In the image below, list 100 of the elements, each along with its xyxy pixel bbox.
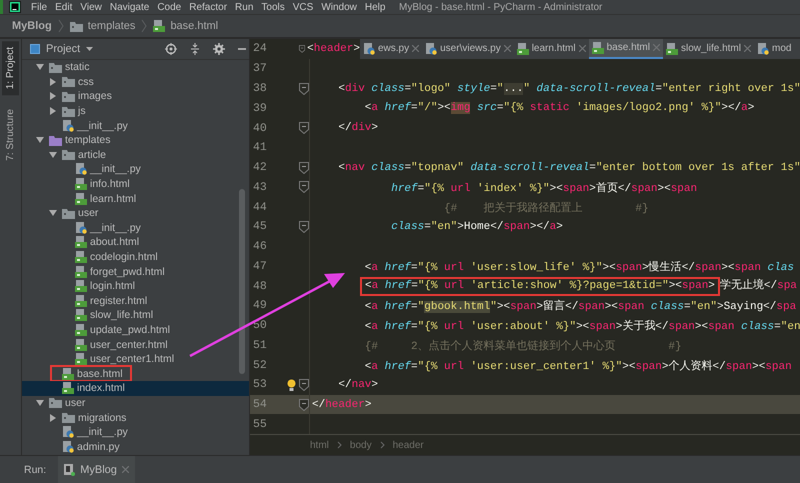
python-file-icon (75, 163, 87, 176)
tree-item[interactable]: js (22, 104, 249, 118)
editor-tab[interactable]: ews.py (360, 39, 422, 59)
breadcrumb-item[interactable]: html (310, 440, 329, 451)
menu-item[interactable]: Help (360, 2, 390, 12)
tree-item[interactable]: __init__.py (22, 220, 249, 236)
code-line: <div class="logo" style="..." data-scroll-reveal="enter right over 1s" (337, 82, 800, 94)
chevron-icon (336, 441, 342, 450)
folder-icon (62, 412, 75, 424)
tree-item[interactable]: admin.py (22, 439, 249, 454)
fold-icon (299, 162, 309, 174)
editor-tab[interactable]: slow_life.html (662, 39, 754, 59)
line-number: 46 (252, 240, 268, 253)
run-label: Run: (24, 464, 46, 476)
tree-item[interactable]: user_center1.html (22, 352, 249, 366)
menu-item[interactable]: Tools (257, 2, 289, 12)
menu-item[interactable]: Window (317, 2, 361, 12)
tool-window-tab[interactable]: 1: Project (2, 41, 19, 96)
breadcrumb-item[interactable]: header (392, 440, 424, 451)
tree-item[interactable]: forget_pwd.html (22, 264, 249, 279)
code-line: </nav> (337, 378, 378, 391)
menu-item[interactable]: View (76, 2, 106, 12)
tree-item[interactable]: update_pwd.html (22, 322, 249, 338)
line-number: 47 (252, 260, 268, 273)
line-number: 44 (252, 200, 268, 214)
tree-item[interactable]: css (22, 74, 249, 90)
tree-item[interactable]: __init__.py (22, 162, 249, 177)
folder-icon (62, 90, 75, 102)
breadcrumb-item[interactable]: base.html (170, 20, 218, 32)
tree-item[interactable]: info.html (22, 176, 249, 192)
folder-icon (49, 134, 62, 146)
tree-item[interactable]: article (22, 148, 249, 162)
python-file-icon (62, 120, 74, 132)
tree-item[interactable]: codelogin.html (22, 250, 249, 264)
line-number: 24 (252, 42, 268, 56)
tree-item[interactable]: login.html (22, 278, 249, 294)
tool-window-tab[interactable]: 7: Structure (2, 103, 19, 167)
line-number: 37 (252, 62, 268, 76)
menu-item[interactable]: VCS (288, 2, 318, 12)
html-file-icon (516, 42, 529, 55)
editor-tab[interactable]: learn.html (514, 39, 589, 59)
html-file-icon (75, 236, 87, 248)
chevron-icon (141, 19, 148, 33)
code-line: <a href="{% url 'user:user_center1' %}"><span>个人资料</span><span (364, 359, 792, 372)
line-number: 54 (252, 398, 268, 411)
breadcrumb-item[interactable]: MyBlog (12, 20, 52, 32)
folder-icon (62, 149, 75, 160)
menu-item[interactable]: Code (153, 2, 186, 12)
editor-tab[interactable]: user\views.py (422, 39, 514, 59)
menu-item[interactable]: Refactor (185, 2, 232, 12)
tree-item[interactable]: user (22, 206, 249, 221)
tree-item[interactable]: user (22, 396, 249, 410)
html-file-icon (75, 266, 87, 278)
breadcrumb-item[interactable]: body (350, 440, 372, 451)
html-file-icon (153, 20, 166, 32)
close-icon (412, 45, 420, 52)
run-tab[interactable]: MyBlog (58, 456, 135, 483)
tree-item[interactable]: register.html (22, 294, 249, 308)
view-dropdown[interactable]: Project (30, 43, 94, 55)
fold-icon (299, 42, 306, 55)
editor-tab[interactable]: base.html (588, 39, 663, 59)
html-file-icon (75, 178, 87, 190)
menu-item[interactable]: File (27, 2, 52, 12)
target-icon (165, 43, 177, 55)
tree-item[interactable]: templates (22, 132, 249, 148)
fold-icon (299, 378, 309, 391)
tree-item[interactable]: static (22, 60, 249, 75)
tree-item[interactable]: __init__.py (22, 424, 249, 440)
tree-item[interactable]: migrations (22, 410, 249, 425)
editor-tab[interactable]: mod (754, 39, 794, 59)
menu-item[interactable]: Navigate (106, 2, 154, 12)
tree-item[interactable]: user_center.html (22, 337, 249, 352)
code-line: <a href="/"><img src="{% static 'images/logo2.png' %}"></a> (364, 102, 754, 114)
window-icon (30, 44, 40, 54)
line-number: 53 (252, 378, 268, 392)
tree-item[interactable]: index.html (22, 381, 249, 396)
tree-item[interactable]: __init__.py (22, 118, 249, 133)
folder-icon (49, 62, 62, 73)
line-number: 43 (252, 180, 268, 194)
tree-item[interactable]: slow_life.html (22, 308, 249, 323)
folder-icon (49, 397, 62, 408)
menu-item[interactable]: Run (231, 2, 258, 12)
caret-icon (86, 47, 94, 51)
html-file-icon (75, 324, 87, 336)
close-icon (652, 44, 660, 52)
line-number: 52 (252, 358, 268, 372)
collapse-icon (189, 43, 201, 55)
line-number: 49 (252, 299, 268, 312)
tree-item[interactable]: learn.html (22, 191, 249, 206)
scrollbar-thumb[interactable] (239, 189, 245, 374)
html-file-icon (75, 353, 87, 366)
breadcrumb-item[interactable]: templates (88, 20, 136, 32)
tree-item[interactable]: about.html (22, 235, 249, 250)
tree-item[interactable]: images (22, 89, 249, 104)
menu-item[interactable]: Edit (51, 2, 76, 12)
python-file-icon (62, 440, 74, 453)
code-line: <nav class="topnav" data-scroll-reveal="enter bottom over 1s after 1s" (337, 162, 800, 174)
html-file-icon (62, 382, 74, 394)
html-file-icon (75, 338, 87, 351)
fold-icon (299, 82, 309, 94)
